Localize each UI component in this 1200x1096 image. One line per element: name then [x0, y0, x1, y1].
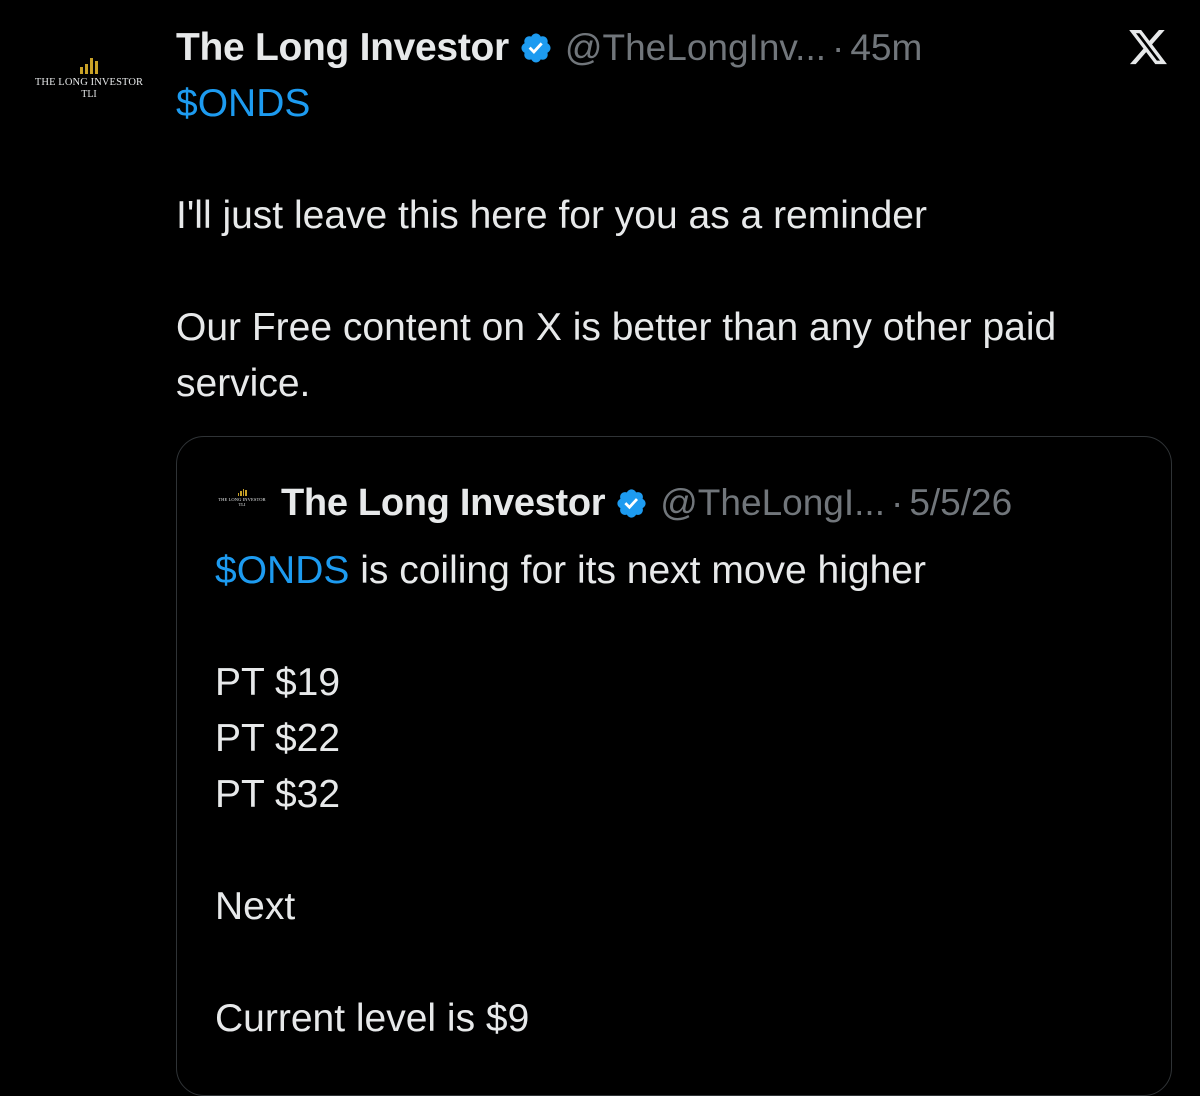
- separator-dot: ·: [891, 482, 904, 523]
- quoted-author-handle[interactable]: @TheLongI...: [660, 482, 885, 524]
- logo-name: THE LONG INVESTOR: [34, 77, 144, 88]
- logo-sub: TLI: [81, 89, 97, 100]
- price-target: PT $22: [215, 717, 341, 760]
- author-handle[interactable]: @TheLongInv...: [565, 27, 826, 69]
- current-level: Current level is $9: [215, 997, 530, 1040]
- tweet-body: $ONDS I'll just leave this here for you …: [176, 76, 1176, 412]
- quoted-first-line: $ONDS is coiling for its next move highe…: [215, 543, 1145, 599]
- price-target: PT $19: [215, 661, 341, 704]
- quoted-first-line-text: is coiling for its next move higher: [349, 549, 926, 592]
- separator-dot: ·: [832, 27, 845, 68]
- tweet-paragraph: I'll just leave this here for you as a r…: [176, 194, 927, 237]
- logo-bars-icon: [237, 489, 247, 496]
- verified-badge-icon: [521, 33, 551, 63]
- quoted-tweet-card[interactable]: THE LONG INVESTOR TLI The Long Investor …: [176, 436, 1172, 1096]
- price-target: PT $32: [215, 773, 341, 816]
- author-avatar[interactable]: THE LONG INVESTOR TLI: [28, 58, 150, 128]
- quoted-tweet-header: The Long Investor @TheLongI... · 5/5/26: [281, 477, 1012, 529]
- quoted-author-avatar[interactable]: THE LONG INVESTOR TLI: [217, 489, 267, 515]
- cashtag-link[interactable]: $ONDS: [176, 76, 1176, 132]
- logo-bars-icon: [80, 58, 98, 74]
- tweet-paragraph: Our Free content on X is better than any…: [176, 306, 1057, 405]
- quoted-author-display-name[interactable]: The Long Investor: [281, 482, 606, 525]
- verified-badge-icon: [617, 488, 646, 518]
- logo-sub: TLI: [238, 502, 246, 507]
- quoted-tweet-body: $ONDS is coiling for its next move highe…: [215, 543, 1145, 1047]
- cashtag-link[interactable]: $ONDS: [215, 549, 349, 592]
- next-label: Next: [215, 885, 296, 928]
- x-logo-icon[interactable]: [1126, 26, 1170, 68]
- author-display-name[interactable]: The Long Investor: [176, 26, 509, 70]
- quoted-tweet-date[interactable]: 5/5/26: [909, 482, 1012, 524]
- tweet-timestamp[interactable]: 45m: [850, 27, 922, 69]
- tweet-header: The Long Investor @TheLongInv... · 45m: [176, 22, 922, 74]
